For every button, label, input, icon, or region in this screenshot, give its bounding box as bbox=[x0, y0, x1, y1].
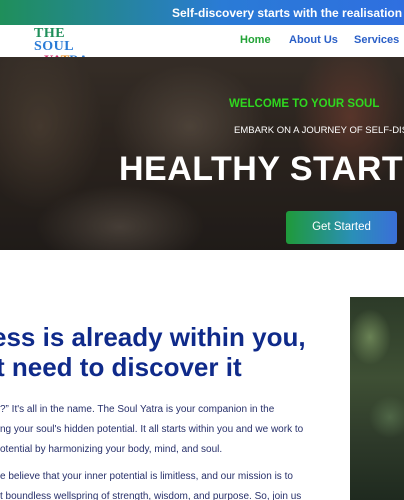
about-paragraph: ?” It's all in the name. The Soul Yatra … bbox=[0, 400, 345, 460]
nav-link-about-us[interactable]: About Us bbox=[289, 34, 338, 46]
announcement-text: Self-discovery starts with the realisati… bbox=[172, 6, 404, 20]
paragraph-line: e believe that your inner potential is l… bbox=[0, 471, 293, 482]
hero-subtitle: EMBARK ON A JOURNEY OF SELF-DIS bbox=[234, 125, 404, 136]
announcement-bar: Self-discovery starts with the realisati… bbox=[0, 0, 404, 25]
get-started-button[interactable]: Get Started bbox=[286, 211, 397, 244]
about-heading-line: t need to discover it bbox=[0, 352, 242, 382]
logo-line-1: THE SOUL bbox=[34, 26, 75, 54]
navbar: THE SOUL YATRA Home About Us Services bbox=[26, 25, 404, 67]
paragraph-line: t boundless wellspring of strength, wisd… bbox=[0, 491, 302, 500]
about-heading: ess is already within you, t need to dis… bbox=[0, 322, 345, 382]
about-paragraph: e believe that your inner potential is l… bbox=[0, 467, 345, 500]
hero-title: HEALTHY START bbox=[119, 150, 404, 188]
paragraph-line: otential by harmonizing your body, mind,… bbox=[0, 444, 223, 455]
hero-banner: WELCOME TO YOUR SOUL EMBARK ON A JOURNEY… bbox=[0, 57, 404, 250]
nav-link-services[interactable]: Services bbox=[354, 34, 399, 46]
paragraph-line: ?” It's all in the name. The Soul Yatra … bbox=[0, 404, 275, 415]
hero-welcome-text: WELCOME TO YOUR SOUL bbox=[229, 98, 380, 110]
about-heading-line: ess is already within you, bbox=[0, 322, 306, 352]
nature-image bbox=[350, 297, 404, 500]
paragraph-line: ng your soul's hidden potential. It all … bbox=[0, 424, 304, 435]
nav-link-home[interactable]: Home bbox=[240, 34, 271, 46]
site-logo[interactable]: THE SOUL YATRA bbox=[34, 26, 104, 67]
